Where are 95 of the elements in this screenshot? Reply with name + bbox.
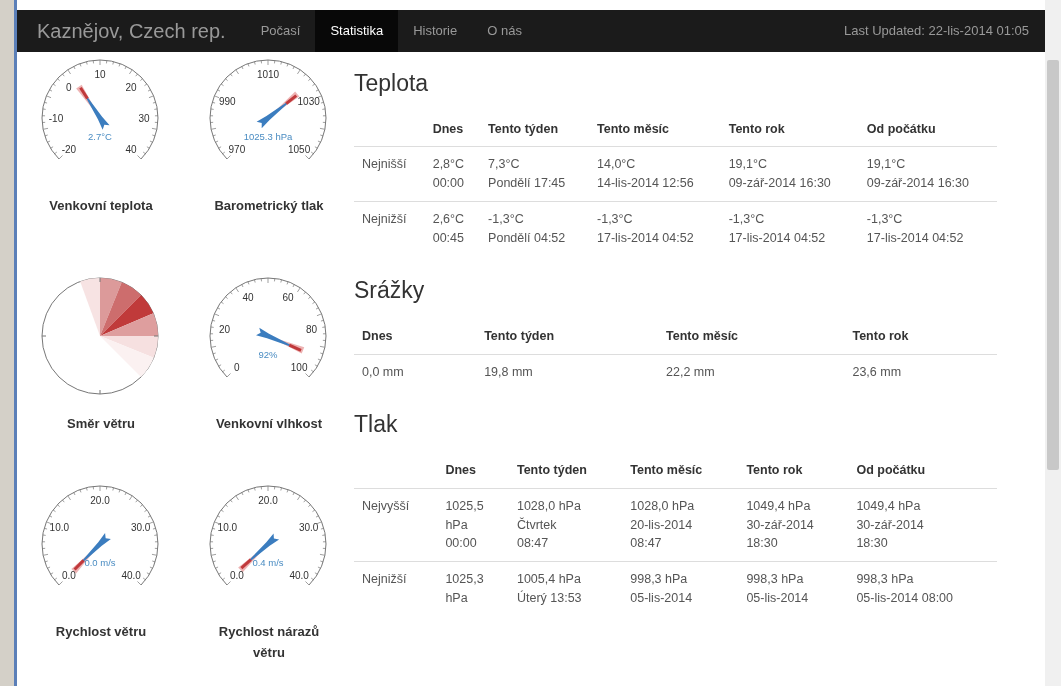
gauge-tick-label: 1050 — [288, 144, 311, 156]
table-cell: 1025,3 hPa — [437, 561, 509, 616]
table-cell: 19,8 mm — [476, 354, 659, 390]
nav-link[interactable]: Historie — [398, 10, 473, 52]
row-label: Nejvyšší — [354, 488, 438, 562]
gauge-needle — [256, 327, 305, 354]
column-header: Tento rok — [738, 453, 849, 489]
column-header: Tento měsíc — [622, 453, 739, 489]
column-header: Dnes — [354, 318, 477, 355]
column-header: Dnes — [437, 453, 509, 489]
table-cell: 1028,0 hPa 20-lis-2014 08:47 — [622, 488, 739, 562]
gauge-tick-label: 40 — [242, 291, 254, 303]
table-cell: 1005,4 hPa Úterý 13:53 — [508, 561, 623, 616]
table-cell: 23,6 mm — [844, 354, 997, 390]
gauge-tick-label: 990 — [219, 96, 236, 108]
gauge-tick-label: 1010 — [256, 69, 280, 80]
table-cell: 14,0°C 14-lis-2014 12:56 — [589, 146, 721, 202]
gauge-tick-label: 0 — [234, 362, 240, 374]
table-cell: 1028,0 hPa Čtvrtek 08:47 — [508, 488, 623, 562]
section-heading: Srážky — [354, 277, 426, 305]
column-header: Tento týden — [508, 453, 623, 489]
gauge-tick-label: 100 — [290, 362, 308, 374]
gauge-reading: 1025.3 hPa — [243, 131, 293, 142]
gauge-tick-label: 80 — [305, 324, 317, 336]
gauge-tick-label: 20 — [125, 81, 137, 93]
column-header: Tento týden — [476, 318, 659, 355]
gauge-title: Barometrický tlak — [214, 197, 324, 215]
gauge-tick-label: 20.0 — [90, 495, 110, 506]
table-cell: 0,0 mm — [354, 354, 477, 390]
table-cell: 19,1°C 09-zář-2014 16:30 — [858, 146, 997, 202]
section-heading: Tlak — [354, 411, 399, 440]
table-cell: 7,3°C Pondělí 17:45 — [480, 146, 589, 202]
scrollbar-thumb[interactable] — [1047, 60, 1059, 470]
gauge-reading: 92% — [258, 349, 278, 360]
gauge-needle — [256, 91, 300, 129]
gauge-needle — [76, 84, 110, 130]
table-cell: 19,1°C 09-zář-2014 16:30 — [720, 146, 859, 202]
table-cell: 1049,4 hPa 30-zář-2014 18:30 — [738, 488, 849, 562]
gauge-reading: 0.0 m/s — [84, 557, 116, 568]
table-cell: 22,2 mm — [658, 354, 845, 390]
gauge-tick-label: 30 — [138, 113, 150, 124]
gauge-tick-label: 60 — [282, 291, 294, 303]
column-header: Od počátku — [858, 111, 997, 147]
nav-link[interactable]: O nás — [472, 10, 537, 52]
gauge-tick-label: -10 — [48, 113, 64, 124]
gauge-tick-label: 0.0 — [229, 570, 244, 582]
column-header: Od počátku — [848, 453, 997, 489]
table-cell: 998,3 hPa 05-lis-2014 08:00 — [848, 561, 997, 616]
row-label: Nejnišší — [354, 146, 425, 202]
gauge-tick-label: 0.0 — [61, 570, 76, 582]
table-cell: -1,3°C Pondělí 04:52 — [480, 201, 589, 256]
table-cell: 2,8°C 00:00 — [424, 146, 481, 202]
gauge-title: Rychlost nárazů větru — [217, 623, 321, 662]
column-header: Dnes — [424, 111, 481, 147]
gauge-title: Směr větru — [67, 415, 135, 433]
section-heading: Teplota — [354, 70, 430, 98]
nav-link[interactable]: Počasí — [245, 10, 316, 52]
table-cell: 998,3 hPa 05-lis-2014 — [622, 561, 739, 616]
gauge-tick-label: 30.0 — [298, 522, 319, 534]
last-updated-text: Last Updated: 22-lis-2014 01:05 — [844, 22, 1030, 41]
gauge-reading: 2.7°C — [88, 131, 112, 142]
gauge-title: Venkovní vlhkost — [215, 415, 323, 433]
table-cell: 1049,4 hPa 30-zář-2014 18:30 — [848, 488, 997, 562]
column-header: Tento měsíc — [658, 318, 845, 355]
row-label: Nejnižší — [354, 201, 425, 256]
gauge-tick-label: 10.0 — [49, 522, 70, 534]
nav-link[interactable]: Statistika — [315, 10, 399, 52]
gauge-tick-label: 0 — [66, 81, 72, 93]
column-header: Tento týden — [480, 111, 589, 147]
gauge-tick-label: 970 — [228, 144, 246, 156]
site-title[interactable]: Kaznějov, Czech rep. — [17, 16, 246, 46]
gauge-tick-label: 20.0 — [258, 495, 278, 506]
table-cell: -1,3°C 17-lis-2014 04:52 — [720, 201, 859, 256]
gauge-tick-label: 10.0 — [217, 522, 238, 534]
column-header: Tento rok — [844, 318, 997, 355]
table-cell: 2,6°C 00:45 — [424, 201, 481, 256]
gauge-tick-label: 40.0 — [121, 570, 141, 582]
gauge-reading: 0.4 m/s — [252, 557, 284, 568]
scrollbar[interactable] — [1045, 0, 1061, 686]
gauge-tick-label: 40 — [125, 144, 137, 156]
table-cell: 1025,5 hPa 00:00 — [437, 488, 509, 562]
gauge-tick-label: -20 — [61, 144, 77, 156]
column-header: Tento měsíc — [589, 111, 721, 147]
gauge-tick-label: 30.0 — [130, 522, 151, 534]
gauge-tick-label: 20 — [219, 324, 231, 336]
column-header: Tento rok — [720, 111, 859, 147]
row-label: Nejnižší — [354, 561, 438, 616]
gauge-tick-label: 1030 — [297, 96, 320, 108]
gauge-title: Venkovní teplota — [49, 197, 153, 215]
gauge-tick-label: 40.0 — [289, 570, 309, 582]
table-cell: -1,3°C 17-lis-2014 04:52 — [589, 201, 721, 256]
gauge-title: Rychlost větru — [55, 623, 147, 641]
table-cell: 998,3 hPa 05-lis-2014 — [738, 561, 849, 616]
table-cell: -1,3°C 17-lis-2014 04:52 — [858, 201, 997, 256]
gauge-tick-label: 10 — [94, 69, 106, 80]
